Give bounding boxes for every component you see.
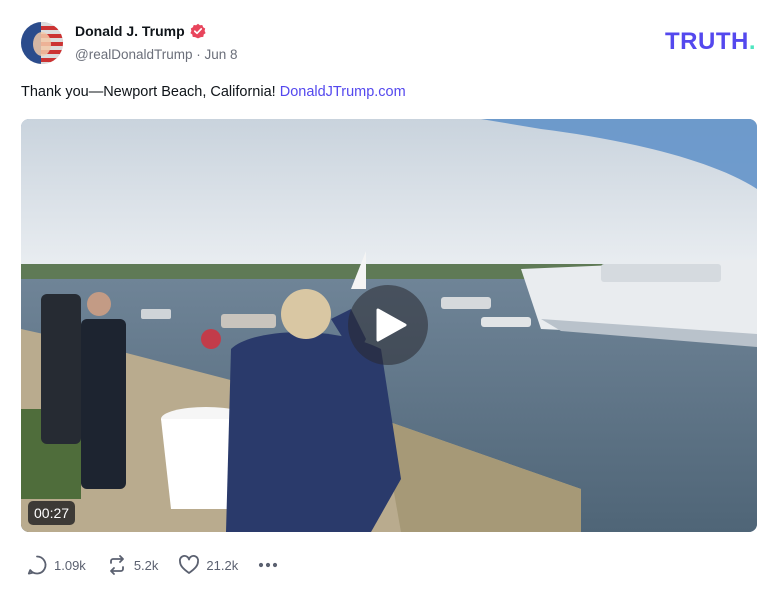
like-button[interactable]: 21.2k	[178, 554, 238, 576]
meta-separator: ·	[196, 47, 201, 62]
author-meta: @realDonaldTrump · Jun 8	[75, 47, 238, 62]
post-link[interactable]: DonaldJTrump.com	[280, 84, 406, 100]
like-count: 21.2k	[206, 557, 239, 573]
logo-text: TRUTH	[665, 28, 749, 55]
play-icon	[376, 308, 407, 342]
logo-dot: .	[748, 28, 756, 55]
author-name[interactable]: Donald J. Trump	[75, 23, 185, 39]
verified-badge-icon	[190, 23, 206, 39]
heart-icon	[179, 555, 200, 574]
post-body: Thank you—Newport Beach, California!	[21, 84, 276, 100]
reply-count: 1.09k	[54, 557, 86, 573]
author-handle[interactable]: @realDonaldTrump	[75, 47, 193, 62]
retruth-icon	[109, 555, 124, 575]
retruth-count: 5.2k	[133, 557, 159, 573]
avatar[interactable]	[21, 22, 63, 64]
post-text: Thank you—Newport Beach, California! Don…	[21, 84, 406, 100]
more-icon	[259, 562, 278, 568]
post-date[interactable]: Jun 8	[205, 47, 238, 62]
play-button[interactable]	[348, 285, 428, 365]
reply-icon	[27, 555, 47, 575]
truth-logo[interactable]: TRUTH.	[665, 28, 756, 56]
retruth-button[interactable]: 5.2k	[106, 554, 159, 576]
reply-button[interactable]: 1.09k	[26, 554, 86, 576]
video-player[interactable]: 00:27	[21, 119, 757, 532]
author-name-row[interactable]: Donald J. Trump	[75, 23, 206, 39]
post-actions: 1.09k 5.2k 21.2k	[26, 554, 278, 576]
post-author: Donald J. Trump @realDonaldTrump · Jun 8	[75, 23, 238, 62]
video-duration: 00:27	[28, 501, 76, 525]
more-options-button[interactable]	[258, 555, 278, 575]
